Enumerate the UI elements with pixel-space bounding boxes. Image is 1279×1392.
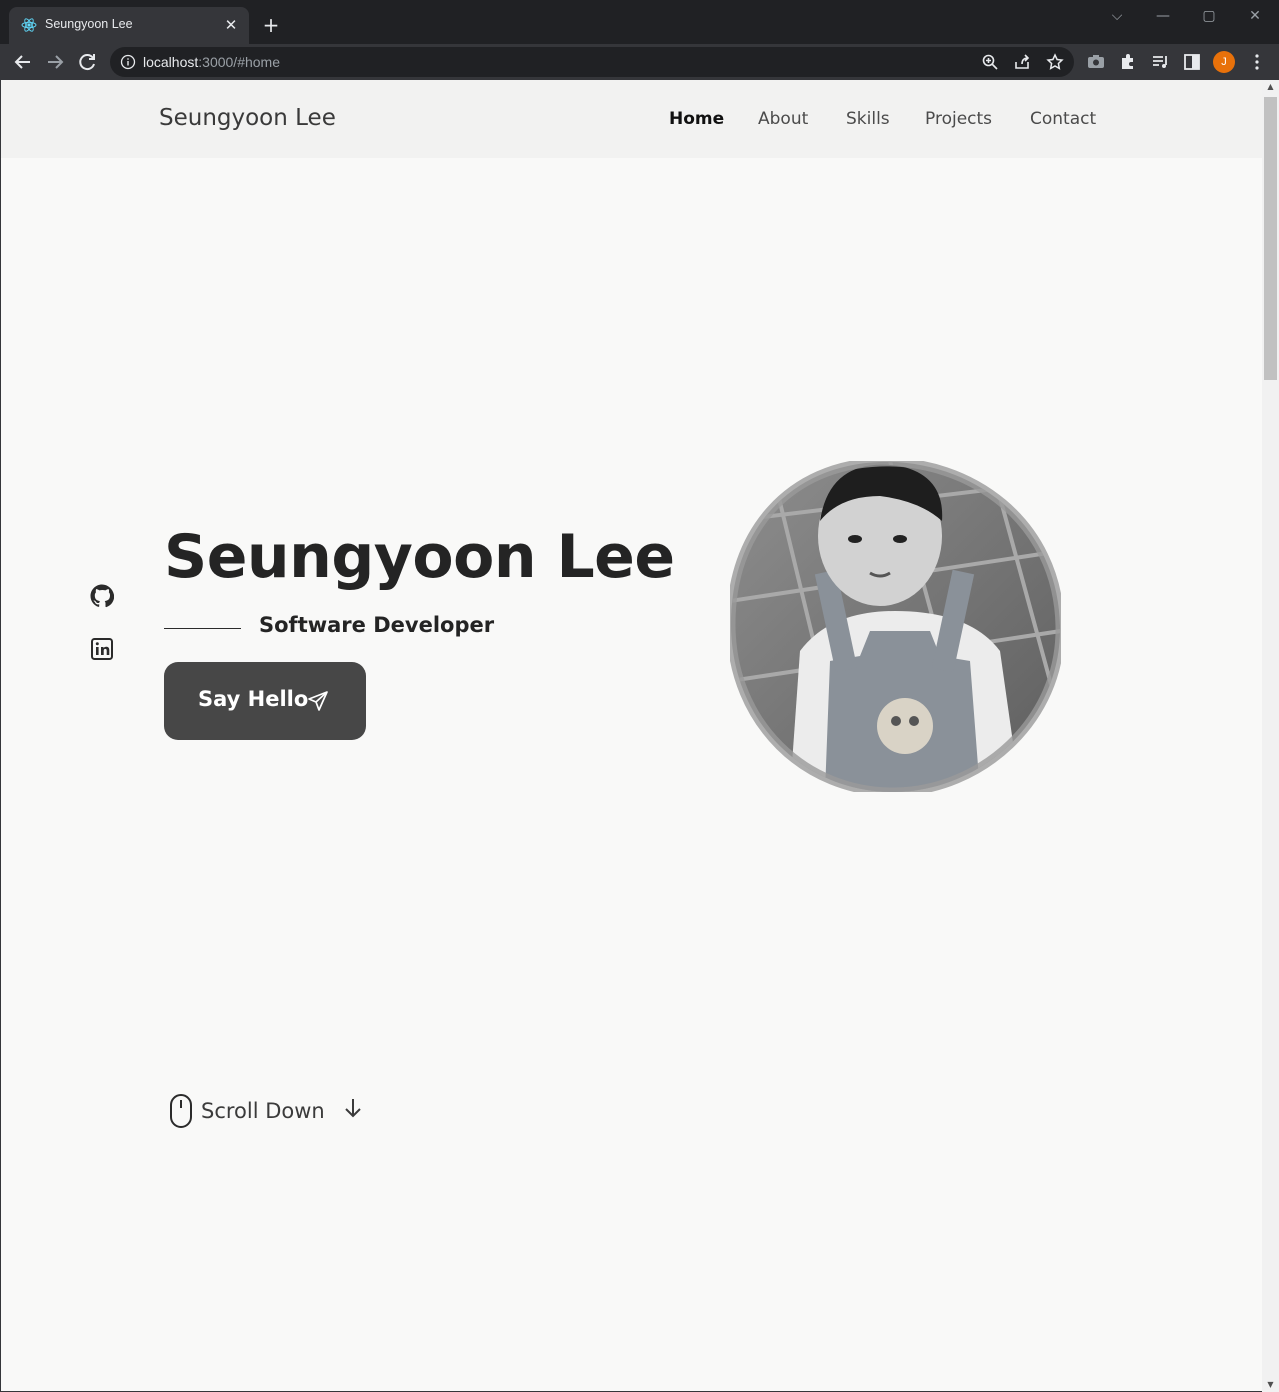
react-icon [21, 18, 37, 32]
linkedin-icon[interactable] [90, 637, 114, 661]
page-viewport: Seungyoon Lee Home About Skills Projects… [1, 80, 1262, 1391]
scroll-up-icon[interactable]: ▲ [1262, 80, 1279, 94]
reload-icon [79, 54, 95, 71]
side-panel-icon[interactable] [1182, 52, 1202, 72]
scroll-thumb[interactable] [1264, 97, 1277, 380]
tab-title: Seungyoon Lee [45, 17, 133, 31]
browser-titlebar: Seungyoon Lee ✕ + ⌵ — ▢ ✕ [0, 0, 1279, 44]
say-hello-label: Say Hello [198, 687, 309, 711]
hero-subtitle: Software Developer [259, 613, 495, 637]
say-hello-button[interactable]: Say Hello [164, 662, 366, 740]
nav-about[interactable]: About [758, 109, 808, 129]
camera-icon[interactable] [1086, 52, 1106, 72]
mouse-icon [170, 1094, 192, 1128]
tab-close-icon[interactable]: ✕ [221, 15, 241, 35]
nav-contact[interactable]: Contact [1030, 109, 1096, 129]
arrow-right-icon [48, 55, 64, 69]
extensions-icon[interactable] [1118, 52, 1138, 72]
new-tab-button[interactable]: + [260, 14, 282, 36]
zoom-icon[interactable] [981, 53, 999, 71]
back-button[interactable] [10, 49, 36, 75]
maximize-button[interactable]: ▢ [1197, 6, 1221, 26]
profile-photo [730, 461, 1061, 792]
scroll-down-label: Scroll Down [201, 1099, 325, 1123]
info-icon[interactable] [120, 54, 136, 70]
forward-button[interactable] [42, 49, 68, 75]
share-icon[interactable] [1013, 53, 1031, 71]
page-scrollbar[interactable]: ▲ ▼ [1262, 80, 1279, 1392]
send-icon [308, 691, 328, 711]
media-queue-icon[interactable] [1150, 52, 1170, 72]
url-path: :3000/#home [198, 54, 280, 70]
hero-title: Seungyoon Lee [164, 522, 675, 592]
scroll-down-arrow-icon[interactable]: ▼ [1262, 1378, 1279, 1392]
nav-projects[interactable]: Projects [925, 109, 992, 129]
arrow-left-icon [14, 55, 30, 69]
minimize-button[interactable]: — [1151, 6, 1175, 26]
tab-search-icon[interactable]: ⌵ [1105, 6, 1129, 26]
close-window-button[interactable]: ✕ [1243, 6, 1267, 26]
subtitle-divider [164, 628, 241, 629]
site-logo[interactable]: Seungyoon Lee [159, 105, 336, 131]
nav-skills[interactable]: Skills [846, 109, 890, 129]
star-icon[interactable] [1046, 53, 1064, 71]
menu-dots-icon[interactable] [1247, 52, 1267, 72]
browser-tab[interactable]: Seungyoon Lee ✕ [9, 7, 249, 44]
url-host: localhost [143, 54, 199, 70]
url-text[interactable]: localhost:3000/#home [143, 54, 280, 70]
github-icon[interactable] [90, 584, 114, 608]
arrow-down-icon [345, 1099, 361, 1118]
profile-avatar[interactable]: J [1213, 51, 1235, 73]
address-bar[interactable]: localhost:3000/#home [110, 47, 1074, 77]
reload-button[interactable] [74, 49, 100, 75]
site-header: Seungyoon Lee Home About Skills Projects… [1, 80, 1262, 158]
browser-toolbar: localhost:3000/#home J [0, 44, 1279, 80]
nav-home[interactable]: Home [669, 109, 724, 129]
